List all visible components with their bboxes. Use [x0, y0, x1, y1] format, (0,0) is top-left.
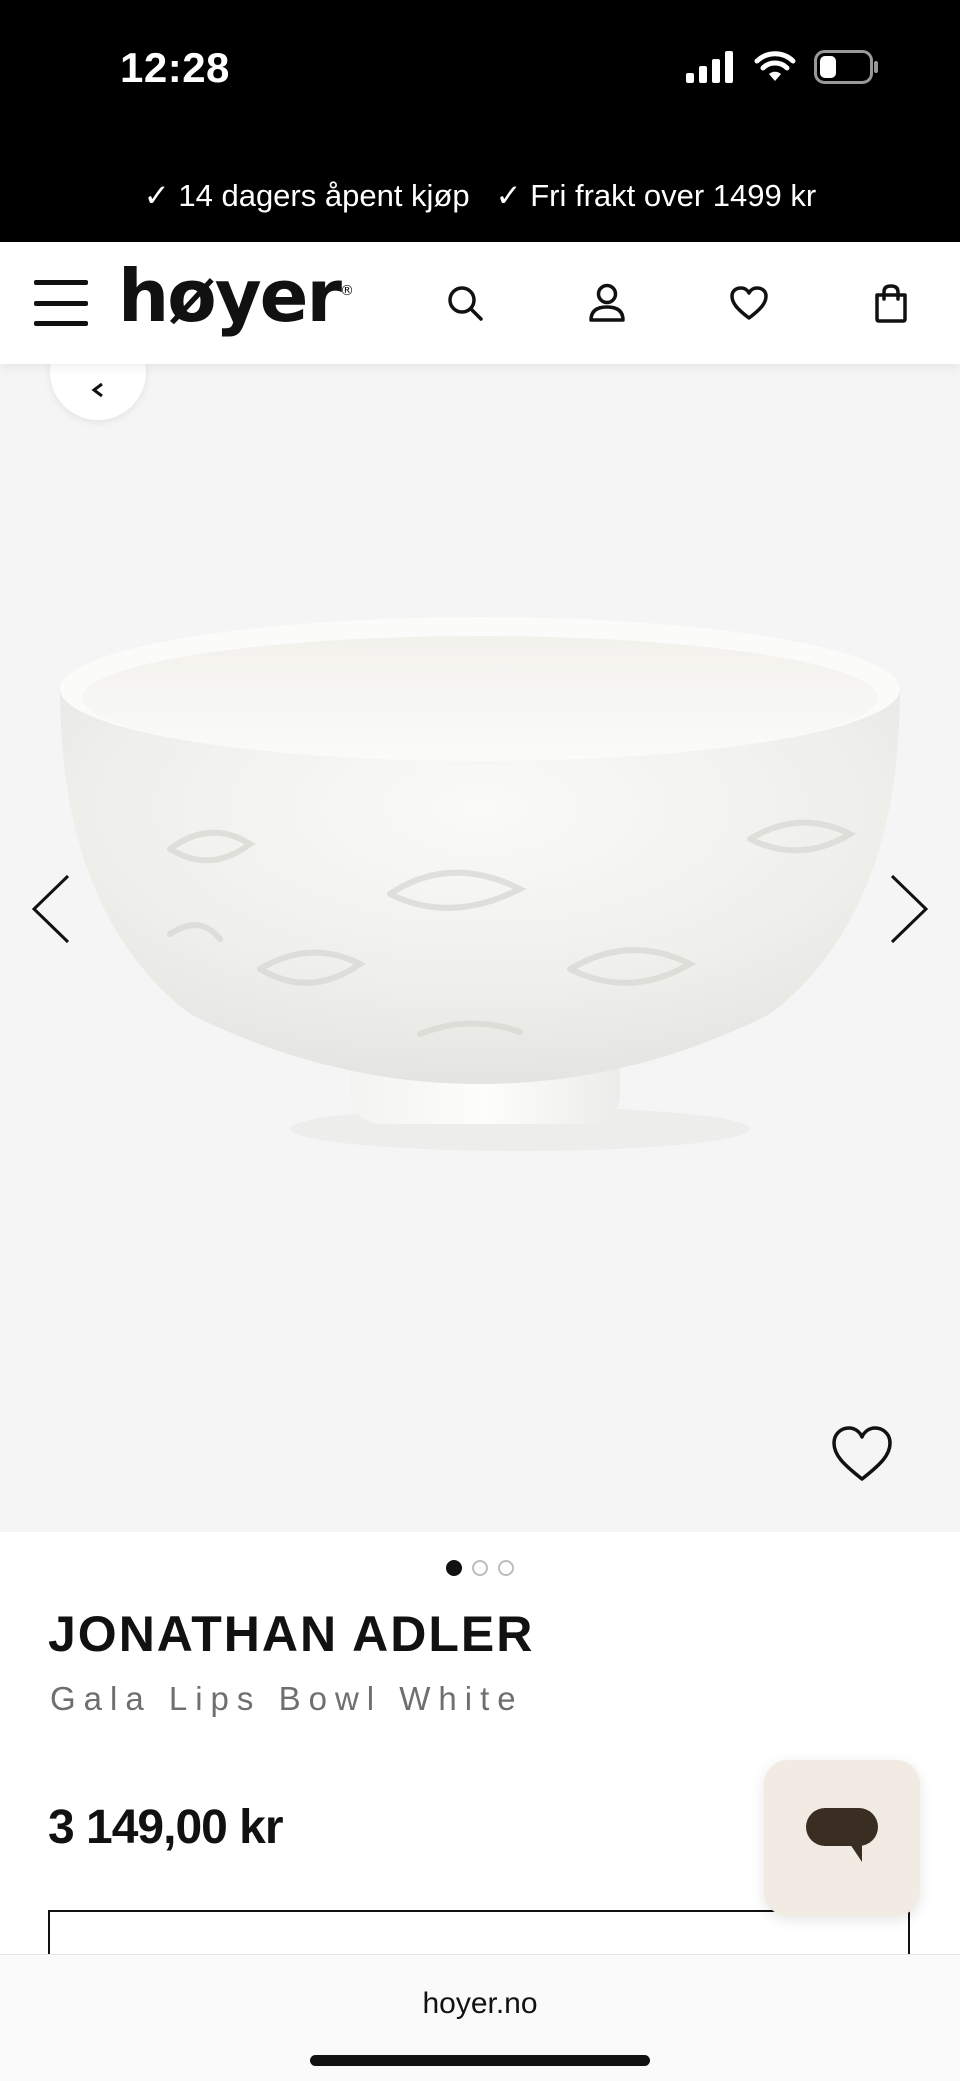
account-button[interactable]: [582, 278, 632, 328]
heart-icon: [832, 1426, 892, 1481]
url-text[interactable]: hoyer.no: [0, 1987, 960, 2021]
wishlist-button[interactable]: [724, 278, 774, 328]
chat-button[interactable]: [764, 1760, 920, 1916]
back-button[interactable]: [50, 364, 146, 420]
account-icon: [589, 283, 625, 322]
status-icons: [686, 50, 880, 84]
chevron-right-icon: [890, 874, 929, 944]
site-header: høyer®: [0, 242, 960, 364]
menu-icon-line: [34, 321, 88, 326]
search-button[interactable]: [440, 278, 490, 328]
pagination-dot-1[interactable]: [446, 1560, 462, 1576]
wifi-icon: [754, 51, 796, 81]
browser-url-bar[interactable]: hoyer.no: [0, 1954, 960, 2081]
logo-text: høyer: [118, 254, 342, 338]
pagination-dot-3[interactable]: [498, 1560, 514, 1576]
search-icon: [448, 286, 483, 321]
battery-icon: [814, 50, 878, 84]
gallery-pagination: [0, 1560, 960, 1576]
menu-button[interactable]: [34, 280, 88, 326]
product-name: Gala Lips Bowl White: [50, 1680, 524, 1717]
logo[interactable]: høyer®: [118, 260, 354, 332]
status-time: 12:28: [120, 44, 230, 91]
product-gallery[interactable]: [0, 364, 960, 1532]
heart-icon: [730, 286, 768, 320]
product-price: 3 149,00 kr: [48, 1801, 284, 1854]
gallery-next-button[interactable]: [878, 864, 938, 954]
product-brand[interactable]: JONATHAN ADLER: [48, 1605, 534, 1663]
signal-icon: [686, 51, 733, 83]
add-to-wishlist-button[interactable]: [830, 1424, 894, 1484]
chevron-left-icon: [91, 382, 103, 398]
chat-icon: [806, 1808, 878, 1862]
promo-open-purchase: ✓ 14 dagers åpent kjøp: [143, 178, 470, 213]
status-bar: 12:28: [0, 0, 960, 150]
menu-icon-line: [34, 300, 88, 306]
promo-free-shipping: ✓ Fri frakt over 1499 kr: [495, 178, 817, 213]
bag-icon: [875, 284, 907, 323]
cart-button[interactable]: [866, 278, 916, 328]
chevron-left-icon: [31, 874, 70, 944]
menu-icon: [34, 280, 88, 285]
home-indicator: [310, 2055, 650, 2066]
promo-banner: ✓ 14 dagers åpent kjøp ✓ Fri frakt over …: [0, 150, 960, 242]
logo-registered-mark: ®: [340, 283, 354, 299]
product-image: [60, 617, 900, 1151]
pagination-dot-2[interactable]: [472, 1560, 488, 1576]
gallery-prev-button[interactable]: [22, 864, 82, 954]
